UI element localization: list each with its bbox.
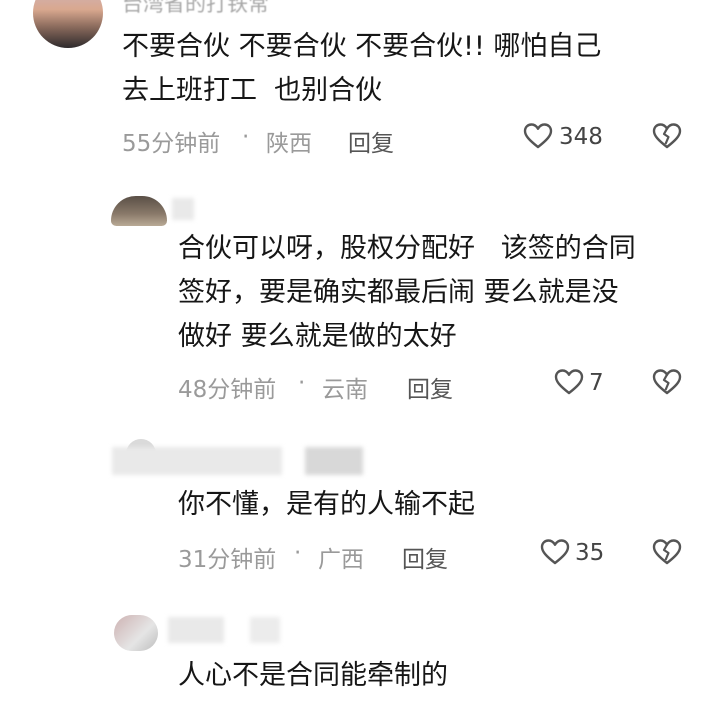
comment-text-line: 签好，要是确实都最后闹 要么就是没 [178,277,619,308]
meta-separator: · [242,124,250,150]
comment-location: 广西 [318,547,364,573]
comment-item: 台湾省的打铁常 不要合伙 不要合伙 不要合伙!! 哪怕自己 去上班打工 也别合伙… [0,0,720,160]
username-badge [305,447,363,475]
reply-button[interactable]: 回复 [348,124,394,158]
comment-username[interactable] [112,447,282,475]
comment-location: 陕西 [266,131,312,157]
comment-time: 55分钟前 [122,131,221,157]
avatar[interactable] [114,615,158,651]
meta-separator: · [294,540,302,566]
avatar[interactable] [33,0,103,48]
comment-username[interactable] [172,198,194,220]
like-count: 35 [575,540,605,566]
comment-username[interactable] [168,617,224,643]
reply-button[interactable]: 回复 [407,370,453,404]
comment-text-line: 做好 要么就是做的太好 [178,321,457,352]
broken-heart-icon[interactable] [652,368,682,396]
reply-item: 合伙可以呀，股权分配好 该签的合同 签好，要是确实都最后闹 要么就是没 做好 要… [0,190,720,410]
broken-heart-icon[interactable] [652,538,682,566]
heart-outline-icon[interactable] [554,368,584,396]
comment-text-line: 合伙可以呀，股权分配好 该签的合同 [178,233,636,264]
comment-username[interactable]: 台湾省的打铁常 [122,0,269,18]
reply-item: 你不懂，是有的人输不起 31分钟前 · 广西 回复 35 [0,435,720,585]
like-count: 7 [589,370,604,396]
comment-time: 48分钟前 [178,377,277,403]
comment-text-line: 人心不是合同能牵制的 [178,660,448,691]
comment-time: 31分钟前 [178,547,277,573]
broken-heart-icon[interactable] [652,122,682,150]
comment-text-line: 你不懂，是有的人输不起 [178,489,475,520]
reply-button[interactable]: 回复 [402,540,448,574]
like-count: 348 [559,124,603,150]
username-badge [250,617,280,643]
heart-outline-icon[interactable] [540,538,570,566]
comment-location: 云南 [322,377,368,403]
heart-outline-icon[interactable] [523,122,553,150]
comment-text-line: 去上班打工 也别合伙 [122,75,383,106]
comment-text-line: 不要合伙 不要合伙 不要合伙!! 哪怕自己 [122,31,602,62]
reply-item: 人心不是合同能牵制的 [0,605,720,711]
avatar[interactable] [111,196,167,226]
meta-separator: · [298,370,306,396]
